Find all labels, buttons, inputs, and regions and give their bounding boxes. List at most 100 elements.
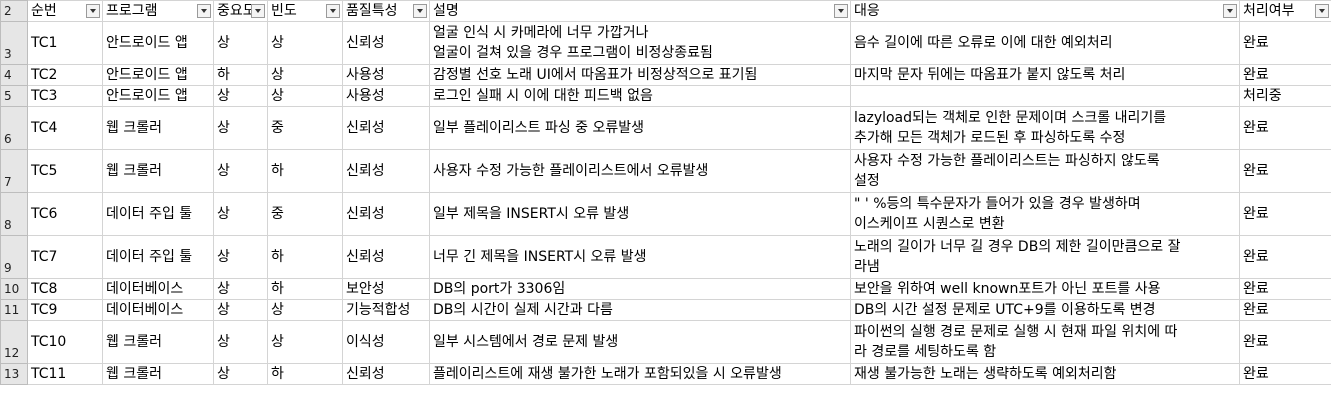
cell-frequency[interactable]: 상	[267, 320, 343, 364]
cell-quality[interactable]: 사용성	[342, 64, 430, 86]
row-number[interactable]: 5	[0, 85, 28, 107]
cell-program[interactable]: 웹 크롤러	[102, 363, 214, 385]
cell-id[interactable]: TC4	[27, 106, 103, 150]
cell-quality[interactable]: 신뢰성	[342, 192, 430, 236]
cell-status[interactable]: 완료	[1239, 149, 1331, 193]
cell-program[interactable]: 데이터 주입 툴	[102, 235, 214, 279]
row-number[interactable]: 6	[0, 106, 28, 150]
cell-response[interactable]: 사용자 수정 가능한 플레이리스트는 파싱하지 않도록 설정	[850, 149, 1240, 193]
row-number[interactable]: 9	[0, 235, 28, 279]
cell-quality[interactable]: 신뢰성	[342, 106, 430, 150]
cell-description[interactable]: DB의 port가 3306임	[429, 278, 851, 300]
cell-status[interactable]: 완료	[1239, 106, 1331, 150]
cell-program[interactable]: 웹 크롤러	[102, 320, 214, 364]
cell-importance[interactable]: 상	[213, 149, 268, 193]
cell-response[interactable]: 노래의 길이가 너무 길 경우 DB의 제한 길이만큼으로 잘 라냄	[850, 235, 1240, 279]
cell-importance[interactable]: 상	[213, 363, 268, 385]
filter-dropdown-icon[interactable]	[1223, 4, 1237, 18]
cell-importance[interactable]: 하	[213, 64, 268, 86]
cell-program[interactable]: 안드로이드 앱	[102, 64, 214, 86]
cell-importance[interactable]: 상	[213, 85, 268, 107]
row-number[interactable]: 8	[0, 192, 28, 236]
filter-dropdown-icon[interactable]	[197, 4, 211, 18]
cell-importance[interactable]: 상	[213, 21, 268, 65]
cell-importance[interactable]: 상	[213, 106, 268, 150]
filter-dropdown-icon[interactable]	[1315, 4, 1329, 18]
cell-importance[interactable]: 상	[213, 320, 268, 364]
cell-description[interactable]: DB의 시간이 실제 시간과 다름	[429, 299, 851, 321]
cell-id[interactable]: TC8	[27, 278, 103, 300]
cell-frequency[interactable]: 중	[267, 192, 343, 236]
cell-response[interactable]	[850, 85, 1240, 107]
cell-description[interactable]: 플레이리스트에 재생 불가한 노래가 포함되있을 시 오류발생	[429, 363, 851, 385]
cell-frequency[interactable]: 상	[267, 299, 343, 321]
cell-status[interactable]: 완료	[1239, 64, 1331, 86]
cell-id[interactable]: TC3	[27, 85, 103, 107]
cell-quality[interactable]: 보안성	[342, 278, 430, 300]
cell-status[interactable]: 완료	[1239, 363, 1331, 385]
cell-frequency[interactable]: 하	[267, 278, 343, 300]
cell-response[interactable]: 마지막 문자 뒤에는 따옴표가 붙지 않도록 처리	[850, 64, 1240, 86]
cell-description[interactable]: 감정별 선호 노래 UI에서 따옴표가 비정상적으로 표기됨	[429, 64, 851, 86]
cell-frequency[interactable]: 상	[267, 21, 343, 65]
cell-id[interactable]: TC7	[27, 235, 103, 279]
cell-program[interactable]: 데이터베이스	[102, 278, 214, 300]
cell-importance[interactable]: 상	[213, 235, 268, 279]
cell-description[interactable]: 사용자 수정 가능한 플레이리스트에서 오류발생	[429, 149, 851, 193]
cell-program[interactable]: 안드로이드 앱	[102, 21, 214, 65]
cell-importance[interactable]: 상	[213, 192, 268, 236]
filter-dropdown-icon[interactable]	[834, 4, 848, 18]
filter-dropdown-icon[interactable]	[251, 4, 265, 18]
cell-status[interactable]: 처리중	[1239, 85, 1331, 107]
filter-dropdown-icon[interactable]	[86, 4, 100, 18]
cell-response[interactable]: DB의 시간 설정 문제로 UTC+9를 이용하도록 변경	[850, 299, 1240, 321]
cell-importance[interactable]: 상	[213, 278, 268, 300]
cell-response[interactable]: 음수 길이에 따른 오류로 이에 대한 예외처리	[850, 21, 1240, 65]
cell-program[interactable]: 웹 크롤러	[102, 149, 214, 193]
cell-description[interactable]: 얼굴 인식 시 카메라에 너무 가깝거나 얼굴이 걸쳐 있을 경우 프로그램이 비…	[429, 21, 851, 65]
cell-frequency[interactable]: 하	[267, 235, 343, 279]
cell-frequency[interactable]: 중	[267, 106, 343, 150]
cell-response[interactable]: 파이썬의 실행 경로 문제로 실행 시 현재 파일 위치에 따라 경로를 세팅하…	[850, 320, 1240, 364]
cell-status[interactable]: 완료	[1239, 299, 1331, 321]
row-number[interactable]: 3	[0, 21, 28, 65]
filter-dropdown-icon[interactable]	[326, 4, 340, 18]
cell-status[interactable]: 완료	[1239, 21, 1331, 65]
cell-id[interactable]: TC5	[27, 149, 103, 193]
cell-quality[interactable]: 사용성	[342, 85, 430, 107]
cell-description[interactable]: 일부 플레이리스트 파싱 중 오류발생	[429, 106, 851, 150]
cell-program[interactable]: 안드로이드 앱	[102, 85, 214, 107]
cell-id[interactable]: TC9	[27, 299, 103, 321]
cell-response[interactable]: " ' %등의 특수문자가 들어가 있을 경우 발생하며 이스케이프 시퀀스로 변…	[850, 192, 1240, 236]
row-number[interactable]: 2	[0, 0, 28, 22]
cell-id[interactable]: TC10	[27, 320, 103, 364]
cell-description[interactable]: 일부 시스템에서 경로 문제 발생	[429, 320, 851, 364]
cell-id[interactable]: TC2	[27, 64, 103, 86]
cell-id[interactable]: TC6	[27, 192, 103, 236]
cell-id[interactable]: TC11	[27, 363, 103, 385]
cell-program[interactable]: 데이터베이스	[102, 299, 214, 321]
cell-response[interactable]: 보안을 위하여 well known포트가 아닌 포트를 사용	[850, 278, 1240, 300]
cell-id[interactable]: TC1	[27, 21, 103, 65]
row-number[interactable]: 11	[0, 299, 28, 321]
cell-response[interactable]: 재생 불가능한 노래는 생략하도록 예외처리함	[850, 363, 1240, 385]
cell-description[interactable]: 일부 제목을 INSERT시 오류 발생	[429, 192, 851, 236]
cell-quality[interactable]: 신뢰성	[342, 363, 430, 385]
filter-dropdown-icon[interactable]	[413, 4, 427, 18]
cell-program[interactable]: 웹 크롤러	[102, 106, 214, 150]
cell-program[interactable]: 데이터 주입 툴	[102, 192, 214, 236]
row-number[interactable]: 7	[0, 149, 28, 193]
row-number[interactable]: 12	[0, 320, 28, 364]
cell-importance[interactable]: 상	[213, 299, 268, 321]
cell-status[interactable]: 완료	[1239, 192, 1331, 236]
cell-frequency[interactable]: 상	[267, 85, 343, 107]
row-number[interactable]: 4	[0, 64, 28, 86]
cell-quality[interactable]: 신뢰성	[342, 21, 430, 65]
cell-quality[interactable]: 이식성	[342, 320, 430, 364]
row-number[interactable]: 13	[0, 363, 28, 385]
cell-frequency[interactable]: 상	[267, 64, 343, 86]
cell-frequency[interactable]: 하	[267, 149, 343, 193]
cell-status[interactable]: 완료	[1239, 235, 1331, 279]
cell-frequency[interactable]: 하	[267, 363, 343, 385]
cell-quality[interactable]: 신뢰성	[342, 235, 430, 279]
